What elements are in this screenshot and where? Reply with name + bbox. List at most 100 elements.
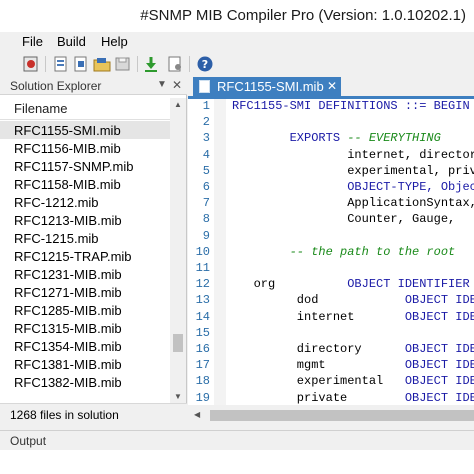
open-icon[interactable] [72, 55, 90, 73]
solution-explorer-title: Solution Explorer [10, 79, 102, 93]
file-list-item[interactable]: RFC1381-MIB.mib [0, 355, 170, 373]
solution-status: 1268 files in solution [0, 403, 187, 426]
output-panel[interactable] [0, 450, 474, 474]
file-list-item[interactable]: RFC-1215.mib [0, 229, 170, 247]
line-number: 11 [195, 261, 210, 275]
code-keyword: OBJECT IDENTIFIER [404, 358, 474, 373]
build-download-icon[interactable] [142, 55, 160, 73]
file-list-item[interactable]: RFC1215-TRAP.mib [0, 247, 170, 265]
exit-icon[interactable] [22, 55, 40, 73]
toolbar: ? [0, 52, 474, 76]
line-number: 18 [195, 374, 210, 389]
code-text: org [232, 277, 348, 292]
code-line: dod OBJECT IDENTIFIER [232, 293, 474, 307]
new-project-icon[interactable] [52, 55, 70, 73]
code-editor[interactable]: 1234567891011121314151617181920 RFC1155-… [188, 99, 474, 426]
code-line: private OBJECT IDENTIFIER [232, 391, 474, 405]
code-line: internet OBJECT IDENTIFIER [232, 310, 474, 324]
file-name: RFC1155-SMI.mib [14, 123, 121, 138]
line-number: 5 [202, 163, 210, 178]
line-number: 15 [195, 325, 210, 340]
code-keyword: OBJECT IDENTIFIER [404, 293, 474, 308]
menu-file[interactable]: File [22, 34, 43, 49]
fold-margin [214, 99, 226, 405]
menu-help[interactable]: Help [101, 34, 128, 49]
toolbar-separator [137, 56, 138, 72]
code-keyword: OBJECT IDENTIFIER [404, 390, 474, 405]
line-number: 9 [202, 228, 210, 243]
code-comment: -- EVERYTHING [347, 131, 441, 146]
file-list-scrollbar[interactable]: ▲ ▼ [170, 98, 186, 403]
scrollbar-thumb[interactable] [173, 334, 183, 352]
file-list-item[interactable]: RFC1354-MIB.mib [0, 337, 170, 355]
window-title: #SNMP MIB Compiler Pro (Version: 1.0.102… [140, 7, 466, 24]
code-keyword: OBJECT IDENTIFIER [404, 374, 474, 389]
file-list-item[interactable]: RFC1158-MIB.mib [0, 175, 170, 193]
code-line: Counter, Gauge, [232, 212, 455, 226]
code-comment: -- the path to the root [232, 244, 456, 259]
toolbar-separator [189, 56, 190, 72]
line-number: 17 [195, 358, 210, 373]
file-list-item[interactable]: RFC1382-MIB.mib [0, 373, 170, 391]
menu-build[interactable]: Build [57, 34, 86, 49]
output-title: Output [10, 434, 47, 448]
file-list-item[interactable]: RFC-1212.mib [0, 193, 170, 211]
line-number: 14 [195, 309, 210, 324]
file-list-item[interactable]: RFC1271-MIB.mib [0, 283, 170, 301]
code-text: internet [232, 309, 405, 324]
line-number: 6 [202, 180, 210, 194]
code-line: internet, directory, [232, 148, 474, 162]
file-list-item[interactable]: RFC1155-SMI.mib [0, 121, 170, 139]
line-number: 19 [195, 390, 210, 405]
properties-icon[interactable] [166, 55, 184, 73]
scrollbar-thumb[interactable] [210, 410, 474, 421]
toolbar-separator [45, 56, 46, 72]
svg-text:?: ? [202, 58, 208, 71]
line-number: 8 [202, 212, 210, 227]
tab-rfc1155-smi[interactable]: RFC1155-SMI.mib ✕ [193, 77, 341, 96]
tab-label: RFC1155-SMI.mib [217, 79, 324, 94]
help-icon[interactable]: ? [196, 55, 214, 73]
code-keyword: OBJECT IDENTIFIER [347, 277, 470, 292]
line-number: 12 [195, 277, 210, 292]
pin-dropdown-icon[interactable]: ▼ [157, 79, 167, 90]
file-name: RFC1156-MIB.mib [14, 141, 121, 156]
file-name: RFC1157-SNMP.mib [14, 159, 134, 174]
line-number-gutter: 1234567891011121314151617181920 [188, 99, 212, 421]
file-list-item[interactable]: RFC1231-MIB.mib [0, 265, 170, 283]
save-all-icon[interactable] [114, 55, 132, 73]
code-line: experimental OBJECT IDENTIFIER [232, 374, 474, 388]
line-number: 3 [202, 131, 210, 146]
close-icon[interactable]: ✕ [172, 78, 182, 92]
file-name: RFC1354-MIB.mib [14, 339, 122, 354]
editor-horizontal-scrollbar[interactable]: ◀ [188, 405, 474, 426]
file-list-item[interactable]: RFC1315-MIB.mib [0, 319, 170, 337]
file-name: RFC1158-MIB.mib [14, 177, 121, 192]
code-line: ApplicationSyntax, [232, 196, 474, 210]
file-name: RFC-1215.mib [14, 231, 99, 246]
scroll-left-icon[interactable]: ◀ [194, 410, 200, 419]
code-text: mgmt [232, 358, 405, 373]
code-keyword: OBJECT IDENTIFIER [404, 309, 474, 324]
code-line: directory OBJECT IDENTIFIER [232, 342, 474, 356]
filename-column-header[interactable]: Filename [0, 98, 170, 120]
scroll-up-icon[interactable]: ▲ [174, 100, 182, 109]
scroll-down-icon[interactable]: ▼ [174, 392, 182, 401]
line-number: 16 [195, 342, 210, 356]
code-line: EXPORTS -- EVERYTHING [232, 131, 441, 145]
code-keyword: OBJECT IDENTIFIER [404, 342, 474, 356]
save-icon[interactable] [93, 55, 111, 73]
file-list-item[interactable]: RFC1213-MIB.mib [0, 211, 170, 229]
file-list-item[interactable]: RFC1156-MIB.mib [0, 139, 170, 157]
menu-bar: File Build Help [0, 32, 474, 52]
code-area[interactable]: RFC1155-SMI DEFINITIONS ::= BEGIN EXPORT… [232, 99, 474, 405]
file-list-item[interactable]: RFC1285-MIB.mib [0, 301, 170, 319]
code-text: directory [232, 342, 405, 356]
code-text: experimental [232, 374, 405, 389]
code-line: mgmt OBJECT IDENTIFIER [232, 358, 474, 372]
tab-close-icon[interactable]: ✕ [327, 79, 337, 93]
line-number: 4 [202, 147, 210, 162]
file-list-item[interactable]: RFC1157-SNMP.mib [0, 157, 170, 175]
code-text: experimental, private, [347, 163, 474, 178]
line-number: 2 [202, 115, 210, 130]
